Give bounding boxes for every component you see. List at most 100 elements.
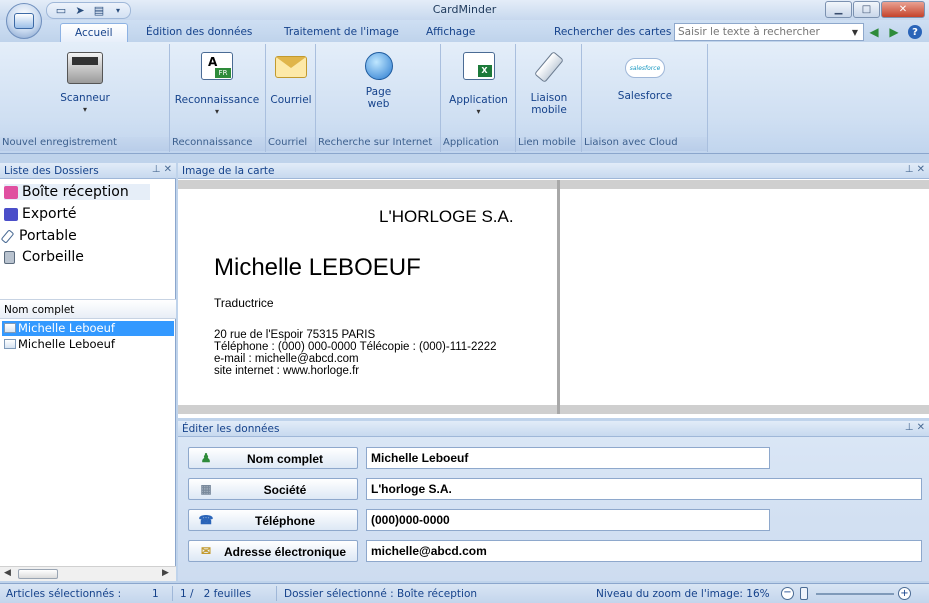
zoom-in-icon[interactable]: + — [898, 587, 911, 600]
tab-traitement-image[interactable]: Traitement de l'image — [278, 25, 405, 42]
field-label-adresse-electronique[interactable]: ✉ Adresse électronique — [188, 540, 358, 562]
scanneur-dropdown-icon: ▾ — [82, 105, 87, 114]
qat-dropdown-icon[interactable]: ▾ — [110, 4, 126, 18]
pin-close-icon[interactable]: ⊥ ✕ — [905, 422, 925, 433]
group-label: Recherche sur Internet — [316, 137, 440, 151]
envelope-icon — [275, 56, 307, 78]
minimize-button[interactable]: ▁ — [825, 1, 852, 18]
scroll-thumb[interactable] — [18, 569, 58, 579]
list-item-label: Michelle Leboeuf — [18, 321, 115, 335]
group-liaison-cloud: salesforce Salesforce Liaison avec Cloud — [582, 44, 708, 152]
pin-close-icon[interactable]: ⊥ ✕ — [152, 164, 172, 175]
card-phone-line: Téléphone : (000) 000-0000 Télécopie : (… — [214, 341, 497, 353]
card-record-icon — [4, 339, 16, 349]
field-value-adresse-electronique[interactable]: michelle@abcd.com — [366, 540, 922, 562]
reconnaissance-dropdown-icon: ▾ — [214, 107, 219, 116]
card-job: Traductrice — [214, 296, 274, 310]
folder-portable[interactable]: Portable — [0, 228, 77, 244]
scanneur-button[interactable]: Scanneur ▾ — [50, 52, 120, 116]
salesforce-button[interactable]: salesforce Salesforce — [592, 52, 698, 102]
status-bar: Articles sélectionnés : 1 1 / 2 feuilles… — [0, 583, 929, 603]
reconnaissance-label: Reconnaissance — [174, 94, 260, 106]
card-back-image[interactable] — [560, 180, 929, 414]
column-header-nom-complet[interactable]: Nom complet — [0, 299, 176, 319]
pin-close-icon[interactable]: ⊥ ✕ — [905, 164, 925, 175]
field-label-telephone[interactable]: ☎ Téléphone — [188, 509, 358, 531]
maximize-button[interactable]: □ — [853, 1, 880, 18]
page-web-label: Page web — [365, 86, 392, 110]
liaison-mobile-button[interactable]: Liaison mobile — [518, 51, 580, 116]
status-divider — [172, 586, 173, 601]
folder-panel — [0, 163, 176, 581]
zoom-out-icon[interactable]: − — [781, 587, 794, 600]
zoom-slider-track[interactable] — [816, 593, 894, 595]
list-item[interactable]: Michelle Leboeuf — [2, 321, 174, 336]
field-label-nom-complet[interactable]: ♟ Nom complet — [188, 447, 358, 469]
group-label: Courriel — [266, 137, 315, 151]
window-title: CardMinder — [432, 3, 497, 16]
search-dropdown-icon[interactable]: ▼ — [848, 24, 862, 40]
new-card-icon[interactable]: ▭ — [53, 4, 69, 18]
close-button[interactable]: ✕ — [881, 1, 925, 18]
folder-exporte[interactable]: Exporté — [4, 206, 76, 222]
scanner-icon — [67, 52, 103, 84]
envelope-icon: ✉ — [200, 544, 212, 558]
courriel-button[interactable]: Courriel — [268, 52, 314, 106]
group-reconnaissance: A FR Reconnaissance ▾ Reconnaissance — [170, 44, 266, 152]
phone-icon: ☎ — [198, 513, 214, 527]
application-label: Application — [449, 94, 508, 106]
group-application: X Application ▾ Application — [441, 44, 516, 152]
scanneur-label: Scanneur — [60, 92, 110, 104]
status-selected-label: Articles sélectionnés : — [6, 588, 122, 600]
quick-access-toolbar: ▭ ➤ ▤ ▾ — [46, 2, 131, 19]
salesforce-label: Salesforce — [617, 90, 673, 102]
print-icon[interactable]: ▤ — [91, 4, 107, 18]
status-pages: 1 / 2 feuilles — [180, 588, 252, 600]
folder-label: Exporté — [22, 206, 77, 222]
card-company: L'HORLOGE S.A. — [379, 207, 514, 226]
application-menu-button[interactable] — [6, 3, 42, 39]
tab-edition-donnees[interactable]: Édition des données — [140, 25, 258, 42]
list-item[interactable]: Michelle Leboeuf — [2, 337, 174, 352]
app-logo-icon — [14, 13, 34, 29]
tab-affichage[interactable]: Affichage — [420, 25, 481, 42]
horizontal-scrollbar[interactable]: ◀ ▶ — [0, 566, 176, 581]
application-button[interactable]: X Application ▾ — [443, 52, 514, 118]
cursor-icon[interactable]: ➤ — [72, 4, 88, 18]
usb-drive-icon — [533, 51, 565, 83]
group-courriel: Courriel Courriel — [266, 44, 316, 152]
field-value-nom-complet[interactable]: Michelle Leboeuf — [366, 447, 770, 469]
building-icon: ▦ — [200, 482, 212, 496]
scroll-left-icon[interactable]: ◀ — [4, 568, 11, 578]
group-label: Application — [441, 137, 515, 151]
folder-label: Boîte réception — [22, 184, 129, 200]
status-zoom-label: Niveau du zoom de l'image: 16% — [596, 588, 770, 600]
edit-data-panel-header: Éditer les données ⊥ ✕ — [178, 421, 929, 437]
search-input[interactable] — [674, 23, 864, 41]
search-label: Rechercher des cartes : — [554, 26, 679, 38]
field-label-societe[interactable]: ▦ Société — [188, 478, 358, 500]
page-web-button[interactable]: Page web — [336, 52, 421, 110]
group-label: Lien mobile — [516, 137, 581, 151]
window-controls: ▁ □ ✕ — [825, 1, 925, 18]
application-dropdown-icon: ▾ — [476, 107, 481, 116]
zoom-slider-thumb[interactable] — [800, 587, 808, 600]
field-value-societe[interactable]: L'horloge S.A. — [366, 478, 922, 500]
search-previous-icon[interactable]: ◀ — [866, 24, 882, 40]
reconnaissance-button[interactable]: A FR Reconnaissance ▾ — [172, 52, 262, 118]
status-folder: Dossier sélectionné : Boîte réception — [284, 588, 478, 600]
group-label: Reconnaissance — [170, 137, 265, 151]
search-next-icon[interactable]: ▶ — [886, 24, 902, 40]
folder-corbeille[interactable]: Corbeille — [4, 249, 84, 265]
excel-export-icon: X — [462, 52, 495, 80]
folder-label: Portable — [19, 228, 77, 244]
card-name: Michelle LEBOEUF — [214, 254, 421, 281]
folder-boite-reception[interactable]: Boîte réception — [4, 184, 150, 200]
help-icon[interactable]: ? — [908, 25, 922, 39]
card-record-icon — [4, 323, 16, 333]
group-lien-mobile: Liaison mobile Lien mobile — [516, 44, 582, 152]
tab-accueil[interactable]: Accueil — [60, 23, 128, 43]
field-value-telephone[interactable]: (000)000-0000 — [366, 509, 770, 531]
scroll-right-icon[interactable]: ▶ — [162, 568, 169, 578]
group-label: Liaison avec Cloud — [582, 137, 707, 151]
